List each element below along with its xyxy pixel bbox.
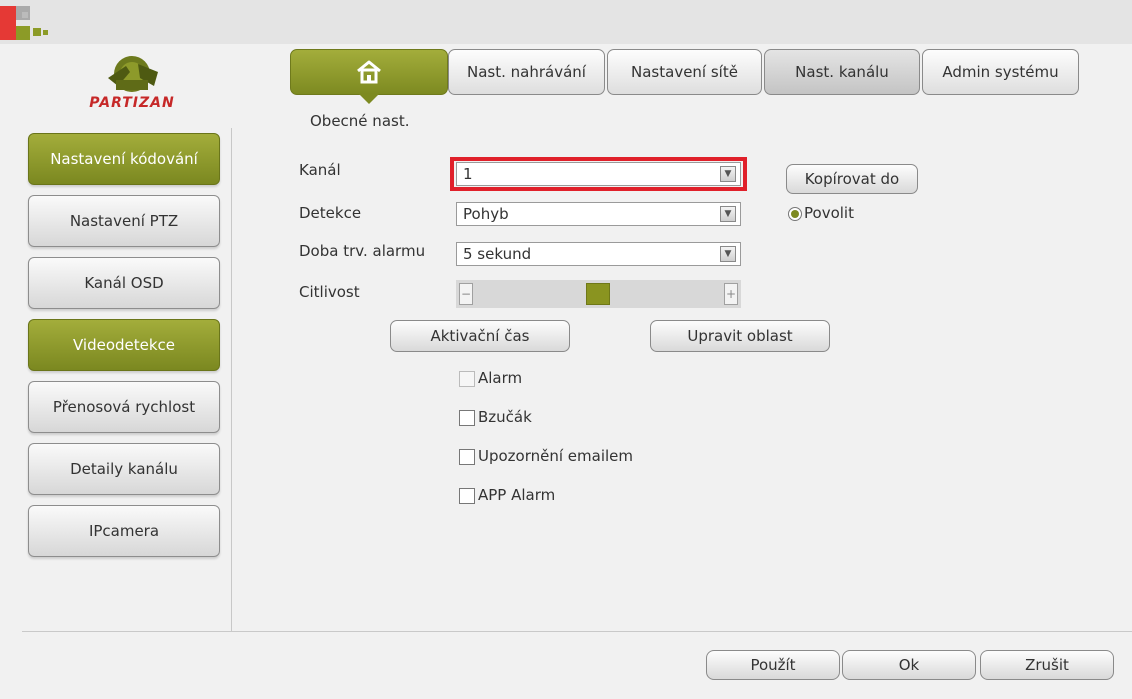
detection-value: Pohyb <box>463 205 509 223</box>
buzzer-checkbox[interactable] <box>459 410 475 426</box>
slider-increase-button[interactable]: + <box>724 283 738 305</box>
tab-network-settings[interactable]: Nastavení sítě <box>607 49 762 95</box>
tab-channel-settings[interactable]: Nast. kanálu <box>764 49 920 95</box>
alarm-checkbox-label: Alarm <box>478 369 523 387</box>
sidebar-item-ipcamera[interactable]: IPcamera <box>28 505 220 557</box>
chevron-down-icon: ▼ <box>720 246 736 262</box>
chevron-down-icon: ▼ <box>720 206 736 222</box>
alarm-checkbox[interactable] <box>459 371 475 387</box>
sidebar-divider <box>231 128 232 631</box>
email-notification-checkbox-label: Upozornění emailem <box>478 447 634 465</box>
ok-button[interactable]: Ok <box>842 650 976 680</box>
activation-time-button[interactable]: Aktivační čas <box>390 320 570 352</box>
app-alarm-checkbox-label: APP Alarm <box>478 486 556 504</box>
sidebar-item-channel-details[interactable]: Detaily kanálu <box>28 443 220 495</box>
alarm-duration-label: Doba trv. alarmu <box>299 242 426 260</box>
sidebar-item-motion-detection[interactable]: Videodetekce <box>28 319 220 371</box>
apply-button[interactable]: Použít <box>706 650 840 680</box>
tab-recording-settings[interactable]: Nast. nahrávání <box>448 49 605 95</box>
buzzer-checkbox-label: Bzučák <box>478 408 532 426</box>
tab-home[interactable] <box>290 49 448 95</box>
email-notification-checkbox[interactable] <box>459 449 475 465</box>
detection-select[interactable]: Pohyb ▼ <box>456 202 741 226</box>
alarm-duration-value: 5 sekund <box>463 245 532 263</box>
channel-label: Kanál <box>299 161 341 179</box>
detection-label: Detekce <box>299 204 362 222</box>
edit-area-button[interactable]: Upravit oblast <box>650 320 830 352</box>
copy-to-button[interactable]: Kopírovat do <box>786 164 918 194</box>
app-logo <box>0 0 70 44</box>
sensitivity-label: Citlivost <box>299 283 360 301</box>
slider-decrease-button[interactable]: − <box>459 283 473 305</box>
tab-home-pointer <box>359 94 379 104</box>
page-title: Obecné nast. <box>310 112 410 130</box>
sensitivity-slider[interactable]: − + <box>456 280 741 308</box>
tab-system-admin[interactable]: Admin systému <box>922 49 1079 95</box>
sidebar-item-osd[interactable]: Kanál OSD <box>28 257 220 309</box>
sidebar-item-bitrate[interactable]: Přenosová rychlost <box>28 381 220 433</box>
enable-radio[interactable] <box>788 207 802 221</box>
slider-thumb[interactable] <box>586 283 610 305</box>
footer-divider <box>22 631 1132 632</box>
app-alarm-checkbox[interactable] <box>459 488 475 504</box>
sidebar-item-encoding[interactable]: Nastavení kódování <box>28 133 220 185</box>
enable-label: Povolit <box>804 204 854 222</box>
title-bar <box>0 0 1132 44</box>
cancel-button[interactable]: Zrušit <box>980 650 1114 680</box>
sidebar-item-ptz[interactable]: Nastavení PTZ <box>28 195 220 247</box>
home-icon <box>357 60 381 84</box>
alarm-duration-select[interactable]: 5 sekund ▼ <box>456 242 741 266</box>
brand-name: PARTIZAN <box>89 95 175 111</box>
channel-select-highlight <box>450 157 747 191</box>
